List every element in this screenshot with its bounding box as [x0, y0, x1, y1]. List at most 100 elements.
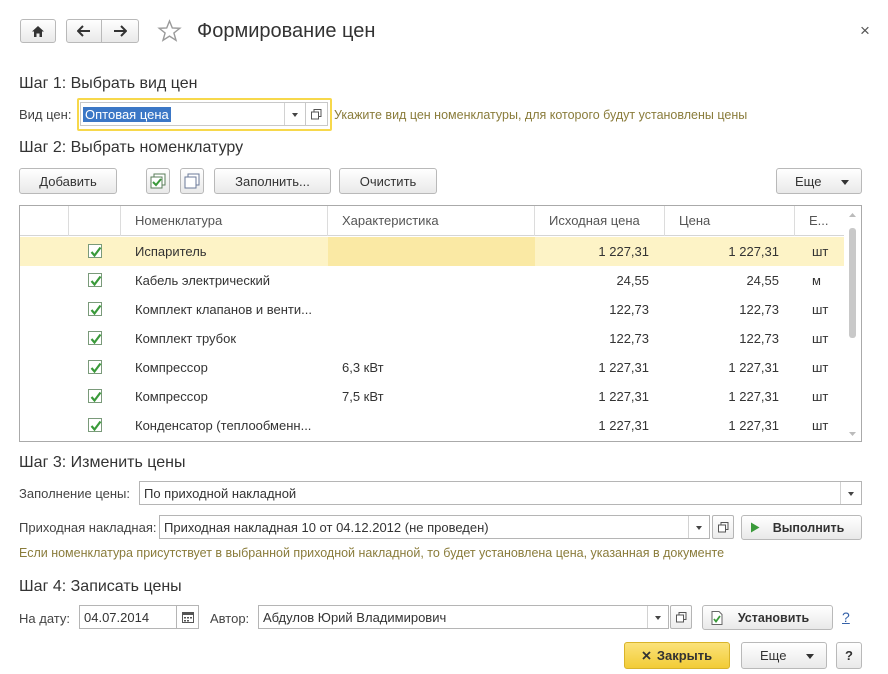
cell-characteristic	[328, 324, 535, 353]
chevron-down-icon[interactable]	[848, 492, 854, 496]
vertical-scrollbar[interactable]	[844, 206, 861, 441]
open-form-icon	[717, 521, 728, 532]
forward-button[interactable]	[101, 19, 139, 43]
checkmark-icon	[90, 275, 102, 287]
check-all-icon	[150, 173, 166, 189]
home-icon	[32, 25, 44, 37]
row-checkbox[interactable]	[88, 360, 102, 374]
cell-characteristic	[328, 237, 535, 266]
run-button[interactable]: Выполнить	[741, 515, 862, 540]
table-row[interactable]: Компрессор 6,3 кВт 1 227,31 1 227,31 шт	[20, 353, 845, 382]
chevron-down-icon[interactable]	[696, 526, 702, 530]
row-checkbox[interactable]	[88, 331, 102, 345]
table-row[interactable]: Комплект клапанов и венти... 122,73 122,73…	[20, 295, 845, 324]
checkmark-icon	[90, 362, 102, 374]
arrow-right-icon	[114, 25, 127, 37]
col-header[interactable]: Исходная цена	[535, 206, 665, 236]
set-prices-label: Установить	[737, 610, 810, 625]
close-icon[interactable]: ×	[860, 21, 870, 41]
clear-button[interactable]: Очистить	[339, 168, 437, 194]
col-header[interactable]: Е...	[795, 206, 845, 236]
step1-heading: Шаг 1: Выбрать вид цен	[19, 75, 198, 92]
checkmark-icon	[90, 333, 102, 345]
more-label: Еще	[795, 173, 822, 189]
scroll-down-icon[interactable]	[844, 429, 861, 439]
row-checkbox[interactable]	[88, 273, 102, 287]
price-fill-label: Заполнение цены:	[19, 486, 131, 501]
chevron-down-icon[interactable]	[655, 616, 661, 620]
row-checkbox[interactable]	[88, 302, 102, 316]
more-button-table[interactable]: Еще	[776, 168, 862, 194]
scroll-up-icon[interactable]	[844, 210, 861, 220]
invoice-note: Если номенклатура присутствует в выбранн…	[19, 546, 725, 560]
back-button[interactable]	[66, 19, 102, 43]
arrow-left-icon	[77, 25, 90, 37]
author-field[interactable]: Абдулов Юрий Владимирович	[258, 605, 669, 629]
scrollbar-thumb[interactable]	[849, 228, 856, 338]
chevron-down-icon[interactable]	[292, 113, 298, 117]
row-checkbox[interactable]	[88, 418, 102, 432]
more-label: Еще	[760, 648, 787, 663]
cell-unit: м	[812, 273, 821, 288]
cell-characteristic: 7,5 кВт	[342, 389, 384, 404]
calendar-button[interactable]	[177, 605, 199, 629]
price-type-hint: Укажите вид цен номенклатуры, для которо…	[334, 108, 748, 122]
help-link-step4[interactable]: ?	[842, 609, 850, 625]
help-button[interactable]: ?	[836, 642, 862, 669]
cell-source-price: 1 227,31	[598, 389, 649, 404]
close-button[interactable]: Закрыть	[624, 642, 730, 669]
cell-characteristic	[328, 411, 535, 440]
author-value: Абдулов Юрий Владимирович	[263, 609, 447, 625]
checkmark-icon	[90, 304, 102, 316]
cell-unit: шт	[812, 389, 829, 404]
table-row[interactable]: Компрессор 7,5 кВт 1 227,31 1 227,31 шт	[20, 382, 845, 411]
close-icon	[642, 651, 651, 660]
open-form-icon	[675, 611, 686, 622]
cell-unit: шт	[812, 244, 829, 259]
checkmark-icon	[90, 391, 102, 403]
cell-unit: шт	[812, 418, 829, 433]
nomenclature-table: Номенклатура Характеристика Исходная цен…	[19, 205, 862, 442]
cell-source-price: 24,55	[616, 273, 649, 288]
table-row[interactable]: Кабель электрический 24,55 24,55 м	[20, 266, 845, 295]
cell-price: 1 227,31	[728, 360, 779, 375]
open-invoice-button[interactable]	[712, 515, 734, 539]
row-checkbox[interactable]	[88, 244, 102, 258]
step4-heading: Шаг 4: Записать цены	[19, 578, 182, 595]
set-prices-button[interactable]: Установить	[702, 605, 833, 630]
price-fill-select[interactable]: По приходной накладной	[139, 481, 862, 505]
open-price-type-button[interactable]	[306, 102, 328, 126]
col-header[interactable]: Цена	[665, 206, 795, 236]
step3-heading: Шаг 3: Изменить цены	[19, 454, 186, 471]
invoice-field[interactable]: Приходная накладная 10 от 04.12.2012 (не…	[159, 515, 710, 539]
more-button-footer[interactable]: Еще	[741, 642, 827, 669]
fill-button[interactable]: Заполнить...	[214, 168, 331, 194]
cell-price: 1 227,31	[728, 389, 779, 404]
calendar-icon	[181, 611, 194, 623]
cell-name: Компрессор	[135, 389, 208, 404]
add-button[interactable]: Добавить	[19, 168, 117, 194]
uncheck-all-button[interactable]	[180, 168, 204, 194]
select-all-button[interactable]	[146, 168, 170, 194]
row-checkbox[interactable]	[88, 389, 102, 403]
col-header[interactable]: Номенклатура	[121, 206, 328, 236]
table-row[interactable]: Испаритель 1 227,31 1 227,31 шт	[20, 237, 845, 266]
cell-characteristic	[328, 295, 535, 324]
table-row[interactable]: Комплект трубок 122,73 122,73 шт	[20, 324, 845, 353]
close-label: Закрыть	[656, 648, 713, 663]
open-author-button[interactable]	[670, 605, 692, 629]
invoice-value: Приходная накладная 10 от 04.12.2012 (не…	[164, 519, 489, 535]
cell-name: Конденсатор (теплообменн...	[135, 418, 312, 433]
uncheck-all-icon	[184, 173, 200, 189]
table-row[interactable]: Конденсатор (теплообменн... 1 227,31 1 227…	[20, 411, 845, 440]
col-header[interactable]: Характеристика	[328, 206, 535, 236]
home-button[interactable]	[20, 19, 56, 43]
date-field[interactable]: 04.07.2014	[79, 605, 177, 629]
price-type-field[interactable]: Оптовая цена	[80, 102, 306, 126]
cell-characteristic	[328, 266, 535, 295]
chevron-down-icon	[806, 654, 814, 659]
author-label: Автор:	[210, 611, 250, 626]
cell-source-price: 1 227,31	[598, 360, 649, 375]
favorite-star-icon[interactable]	[157, 19, 182, 46]
price-fill-value: По приходной накладной	[144, 485, 297, 501]
